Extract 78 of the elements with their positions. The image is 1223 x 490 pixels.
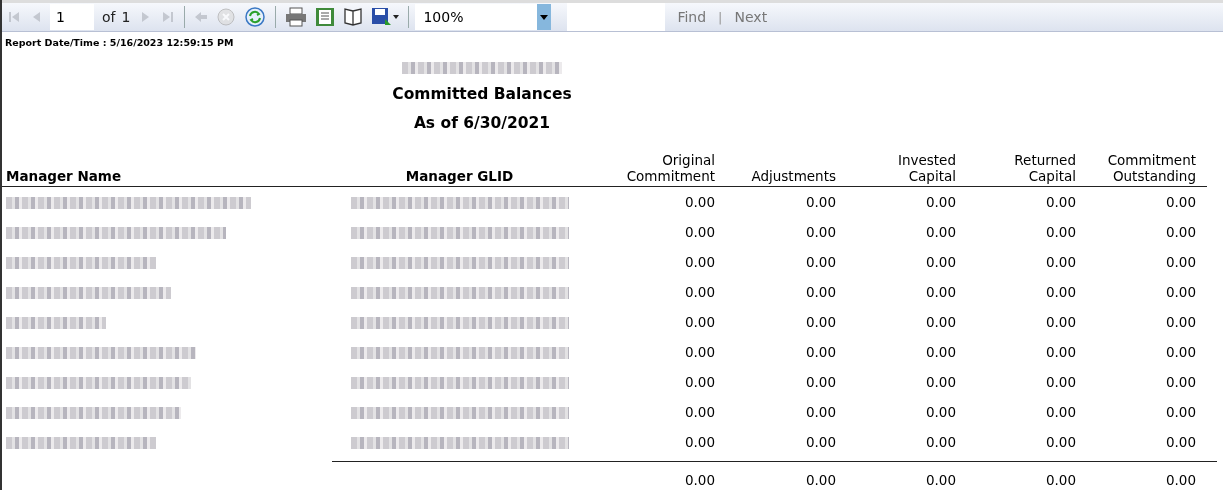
table-cell-text: 0.00 bbox=[1164, 314, 1197, 330]
total-cell-text: 0.00 bbox=[924, 471, 957, 488]
table-cell-text: 0.00 bbox=[1164, 404, 1197, 420]
table-cell-text: 0.00 bbox=[1164, 284, 1197, 300]
table-cell-text: 0.00 bbox=[804, 434, 837, 450]
column-header: Manager Name bbox=[5, 168, 123, 186]
table-cell-text: 0.00 bbox=[804, 314, 837, 330]
page-number-field[interactable]: 1 bbox=[50, 4, 94, 30]
table-cell-text: 0.00 bbox=[1164, 374, 1197, 390]
table-cell-text: 0.00 bbox=[924, 224, 957, 240]
column-header: Commitment Outstanding bbox=[1106, 152, 1197, 186]
table-cell-text: 0.00 bbox=[683, 284, 716, 300]
zoom-dropdown[interactable]: 100% bbox=[415, 4, 552, 30]
page-count: 1 bbox=[121, 9, 131, 25]
table-cell-text: 0.00 bbox=[1164, 254, 1197, 270]
table-cell-text: 0.00 bbox=[683, 224, 716, 240]
table-cell-text: 0.00 bbox=[1044, 374, 1077, 390]
table-cell-text: 0.00 bbox=[683, 434, 716, 450]
table-cell-text: 0.00 bbox=[924, 404, 957, 420]
table-cell-text: 0.00 bbox=[804, 284, 837, 300]
table-cell-text: 0.00 bbox=[1044, 344, 1077, 360]
column-header: Adjustments bbox=[750, 168, 837, 186]
refresh-icon bbox=[244, 6, 267, 28]
report-title: Committed Balances bbox=[392, 85, 572, 103]
first-page-icon bbox=[7, 10, 21, 24]
table-cell-text: 0.00 bbox=[683, 314, 716, 330]
table-cell-text: 0.00 bbox=[683, 344, 716, 360]
column-header: Original Commitment bbox=[625, 152, 716, 186]
table-cell-text: 0.00 bbox=[683, 404, 716, 420]
table-cell-text: 0.00 bbox=[1164, 194, 1197, 210]
column-header: Returned Capital bbox=[1013, 152, 1077, 186]
find-field[interactable] bbox=[567, 3, 666, 31]
column-header: Invested Capital bbox=[896, 152, 957, 186]
table-cell-text: 0.00 bbox=[683, 374, 716, 390]
table-cell-text: 0.00 bbox=[924, 344, 957, 360]
table-cell-text: 0.00 bbox=[804, 224, 837, 240]
table-cell-text: 0.00 bbox=[1044, 194, 1077, 210]
open-book-icon bbox=[343, 8, 364, 26]
printer-icon bbox=[285, 7, 308, 27]
table-cell-text: 0.00 bbox=[1164, 344, 1197, 360]
table-cell-text: 0.00 bbox=[1044, 284, 1077, 300]
table-cell-text: 0.00 bbox=[924, 254, 957, 270]
last-page-icon bbox=[161, 10, 176, 24]
report-subtitle: As of 6/30/2021 bbox=[413, 114, 551, 132]
table-cell-text: 0.00 bbox=[804, 254, 837, 270]
table-cell-text: 0.00 bbox=[924, 434, 957, 450]
table-cell-text: 0.00 bbox=[924, 194, 957, 210]
table-cell-text: 0.00 bbox=[804, 404, 837, 420]
total-cell-text: 0.00 bbox=[1044, 471, 1077, 488]
next-link[interactable]: Next bbox=[730, 9, 772, 25]
total-cell-text: 0.00 bbox=[1164, 471, 1197, 488]
table-cell-text: 0.00 bbox=[924, 314, 957, 330]
table-cell-text: 0.00 bbox=[1044, 254, 1077, 270]
page-of-label: of bbox=[102, 9, 116, 25]
table-cell-text: 0.00 bbox=[683, 194, 716, 210]
table-cell-text: 0.00 bbox=[804, 374, 837, 390]
back-arrow-icon bbox=[194, 10, 209, 24]
document-icon bbox=[315, 7, 336, 27]
table-cell-text: 0.00 bbox=[1164, 434, 1197, 450]
table-cell-text: 0.00 bbox=[1044, 434, 1077, 450]
total-cell-text: 0.00 bbox=[683, 471, 716, 488]
table-cell-text: 0.00 bbox=[1044, 224, 1077, 240]
table-cell-text: 0.00 bbox=[924, 284, 957, 300]
save-icon bbox=[371, 7, 400, 27]
table-cell-text: 0.00 bbox=[1044, 404, 1077, 420]
report-timestamp: Report Date/Time : 5/16/2023 12:59:15 PM bbox=[4, 36, 235, 48]
table-cell-text: 0.00 bbox=[804, 194, 837, 210]
column-header: Manager GLID bbox=[404, 168, 515, 186]
separator: | bbox=[718, 9, 723, 25]
find-link[interactable]: Find bbox=[673, 9, 711, 25]
stop-icon bbox=[216, 7, 237, 27]
table-cell-text: 0.00 bbox=[924, 374, 957, 390]
table-cell-text: 0.00 bbox=[683, 254, 716, 270]
table-cell-text: 0.00 bbox=[1044, 314, 1077, 330]
table-cell-text: 0.00 bbox=[804, 344, 837, 360]
total-cell-text: 0.00 bbox=[804, 471, 837, 488]
caret-icon bbox=[540, 14, 549, 20]
table-cell-text: 0.00 bbox=[1164, 224, 1197, 240]
